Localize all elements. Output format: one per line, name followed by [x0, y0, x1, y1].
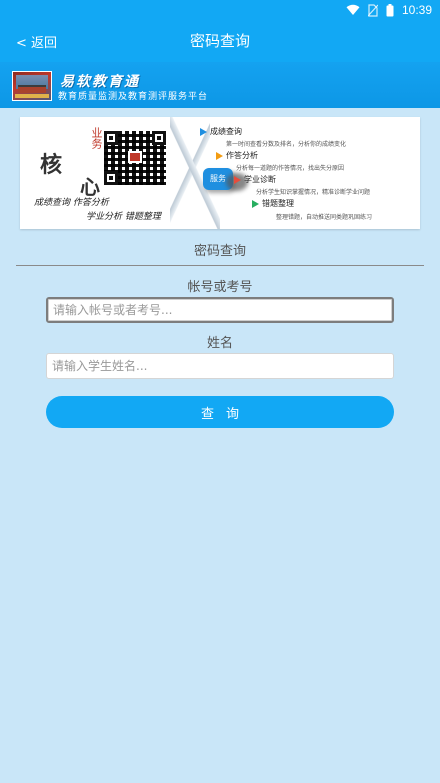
no-sim-icon	[367, 3, 378, 17]
name-input[interactable]	[46, 353, 394, 379]
brand-slogan: 教育质量监测及教育测评服务平台	[58, 92, 209, 102]
banner-line-2: 学业分析 错题整理	[86, 212, 161, 222]
banner-line-1: 成绩查询 作答分析	[34, 198, 109, 208]
feature-item: 成绩查询	[200, 126, 242, 137]
feature-item: 作答分析	[216, 150, 258, 161]
section-title: 密码查询	[193, 244, 246, 259]
feature-desc: 分析每一道题的作答情况，找出失分原因	[236, 165, 345, 172]
wifi-icon	[346, 4, 360, 15]
arrow-right-icon	[234, 176, 241, 184]
arrow-right-icon	[200, 128, 207, 136]
brand-logo	[12, 71, 52, 101]
status-icons: 10:39	[346, 2, 432, 18]
feature-item: 错题整理	[252, 198, 294, 209]
query-button[interactable]: 查询	[46, 396, 394, 428]
feature-title: 学业诊断	[244, 175, 276, 184]
arrow-right-icon	[216, 152, 223, 160]
feature-title: 作答分析	[226, 151, 258, 160]
feature-desc: 整理错题，自动推送同类题巩固练习	[276, 214, 373, 221]
feature-desc: 分析学生知识掌握情况，精准诊断学业问题	[256, 189, 371, 196]
arrow-right-icon	[252, 200, 259, 208]
page-title: 密码查询	[189, 32, 250, 50]
back-button[interactable]: < 返回	[16, 32, 57, 51]
back-button-label: < 返回	[16, 36, 58, 51]
account-label: 帐号或考号	[187, 280, 253, 295]
qr-code-icon	[104, 131, 166, 185]
feature-item: 学业诊断	[234, 174, 276, 185]
brand-bar: 易软教育通 教育质量监测及教育测评服务平台	[0, 62, 440, 108]
account-input[interactable]	[46, 297, 394, 323]
banner-vertical-text: 业务	[90, 127, 103, 149]
promo-banner: 业务 核 心 成绩查询 作答分析 学业分析 错题整理 服务 成绩查询 第一时间查…	[20, 117, 420, 229]
battery-icon	[386, 3, 394, 16]
feature-title: 错题整理	[262, 199, 294, 208]
nav-bar: < 返回 密码查询	[0, 20, 440, 62]
feature-desc: 第一时间查看分数及排名，分析你的成绩变化	[226, 141, 347, 148]
status-time: 10:39	[401, 3, 432, 17]
banner-left-panel: 业务 核 心 成绩查询 作答分析 学业分析 错题整理	[20, 117, 180, 229]
brand-name: 易软教育通	[60, 74, 140, 90]
status-bar: 10:39	[0, 0, 440, 20]
banner-big-char-1: 核	[40, 152, 63, 178]
name-label: 姓名	[206, 336, 233, 351]
feature-title: 成绩查询	[210, 127, 242, 136]
divider	[16, 265, 424, 266]
